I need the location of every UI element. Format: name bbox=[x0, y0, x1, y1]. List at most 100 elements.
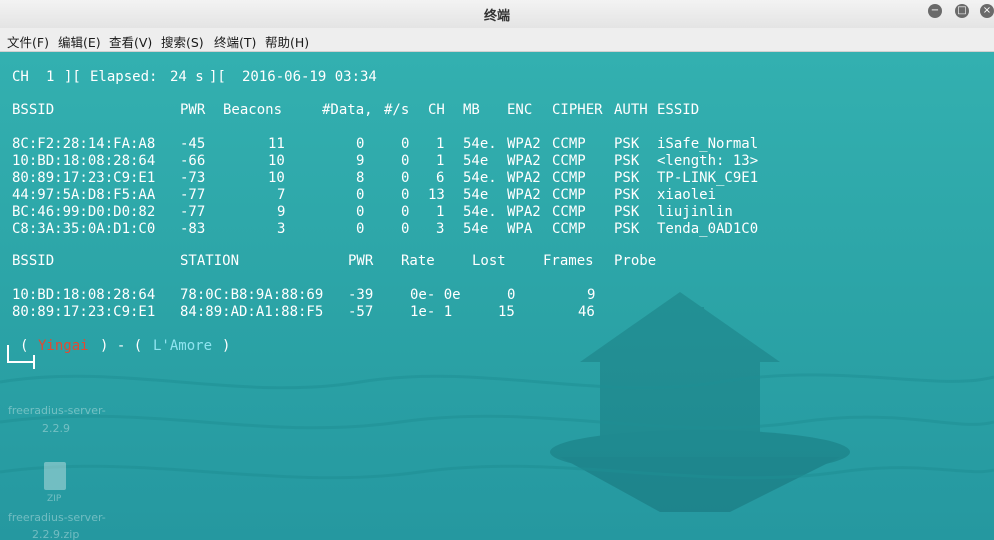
menu-help[interactable]: 帮助(H) bbox=[265, 32, 309, 51]
enc-cell: WPA bbox=[507, 221, 533, 237]
column-header: ENC bbox=[507, 102, 533, 118]
data-cell: 9 bbox=[356, 153, 365, 169]
beacons-cell: 10 bbox=[268, 170, 285, 186]
auth-cell: PSK bbox=[614, 204, 640, 220]
column-header: PWR bbox=[180, 102, 206, 118]
cipher-cell: CCMP bbox=[552, 221, 586, 237]
menu-edit[interactable]: 编辑(E) bbox=[58, 32, 101, 51]
bssid-cell: BC:46:99:D0:D0:82 bbox=[12, 204, 156, 220]
column-header: Frames bbox=[543, 253, 594, 269]
bssid-cell: 80:89:17:23:C9:E1 bbox=[12, 304, 156, 320]
channel-cell: 1 bbox=[436, 153, 445, 169]
rate-cell: 0 bbox=[401, 187, 410, 203]
station-cell: 84:89:AD:A1:88:F5 bbox=[180, 304, 324, 320]
title-bar: 终端 − □ × bbox=[0, 0, 994, 29]
column-header: AUTH bbox=[614, 102, 648, 118]
essid-cell: iSafe_Normal bbox=[657, 136, 759, 152]
pwr-cell: -39 bbox=[348, 287, 374, 303]
beacons-cell: 11 bbox=[268, 136, 285, 152]
column-header: Lost bbox=[472, 253, 506, 269]
column-header: ESSID bbox=[657, 102, 700, 118]
menu-file[interactable]: 文件(F) bbox=[7, 32, 49, 51]
prompt-user: Yingai bbox=[38, 338, 89, 354]
data-cell: 8 bbox=[356, 170, 365, 186]
rate-cell: 0 bbox=[401, 153, 410, 169]
data-cell: 0 bbox=[356, 136, 365, 152]
column-header: STATION bbox=[180, 253, 240, 269]
cipher-cell: CCMP bbox=[552, 136, 586, 152]
mb-cell: 54e. bbox=[463, 170, 497, 186]
auth-cell: PSK bbox=[614, 187, 640, 203]
bssid-cell: 10:BD:18:08:28:64 bbox=[12, 287, 156, 303]
status-separator: ][ bbox=[64, 69, 81, 85]
enc-cell: WPA2 bbox=[507, 187, 541, 203]
prompt-bracket: ) - ( bbox=[100, 338, 143, 354]
menu-search[interactable]: 搜索(S) bbox=[161, 32, 204, 51]
column-header: Rate bbox=[401, 253, 435, 269]
column-header: PWR bbox=[348, 253, 374, 269]
data-cell: 0 bbox=[356, 187, 365, 203]
essid-cell: xiaolei bbox=[657, 187, 717, 203]
beacons-cell: 9 bbox=[277, 204, 286, 220]
channel-value: 1 bbox=[46, 69, 55, 85]
prompt-corner-glyph bbox=[33, 355, 35, 369]
lost-cell: 15 bbox=[498, 304, 515, 320]
channel-cell: 13 bbox=[428, 187, 445, 203]
column-header: CH bbox=[428, 102, 445, 118]
close-button[interactable]: × bbox=[980, 4, 994, 18]
auth-cell: PSK bbox=[614, 221, 640, 237]
mb-cell: 54e. bbox=[463, 136, 497, 152]
elapsed-label: Elapsed: bbox=[90, 69, 158, 85]
channel-cell: 3 bbox=[436, 221, 445, 237]
menu-terminal[interactable]: 终端(T) bbox=[214, 32, 256, 51]
prompt-bracket: ( bbox=[20, 338, 29, 354]
cipher-cell: CCMP bbox=[552, 187, 586, 203]
beacons-cell: 3 bbox=[277, 221, 286, 237]
column-header: #Data, bbox=[322, 102, 373, 118]
auth-cell: PSK bbox=[614, 170, 640, 186]
prompt-host: L'Amore bbox=[153, 338, 213, 354]
column-header: Beacons bbox=[223, 102, 283, 118]
channel-label: CH bbox=[12, 69, 29, 85]
column-header: CIPHER bbox=[552, 102, 603, 118]
station-cell: 78:0C:B8:9A:88:69 bbox=[180, 287, 324, 303]
cipher-cell: CCMP bbox=[552, 170, 586, 186]
auth-cell: PSK bbox=[614, 136, 640, 152]
bssid-cell: C8:3A:35:0A:D1:C0 bbox=[12, 221, 156, 237]
beacons-cell: 10 bbox=[268, 153, 285, 169]
desktop-icon-label: 2.2.9 bbox=[42, 422, 70, 435]
column-header: BSSID bbox=[12, 253, 55, 269]
mb-cell: 54e. bbox=[463, 204, 497, 220]
beacons-cell: 7 bbox=[277, 187, 286, 203]
data-cell: 0 bbox=[356, 221, 365, 237]
rate-cell: 1e- 1 bbox=[410, 304, 453, 320]
pwr-cell: -77 bbox=[180, 187, 206, 203]
datetime: 2016-06-19 03:34 bbox=[242, 69, 377, 85]
pwr-cell: -66 bbox=[180, 153, 206, 169]
desktop-icon-label: freeradius-server- bbox=[8, 404, 106, 417]
pwr-cell: -77 bbox=[180, 204, 206, 220]
minimize-button[interactable]: − bbox=[928, 4, 942, 18]
terminal-area[interactable]: freeradius-server- 2.2.9 ZIP freeradius-… bbox=[0, 52, 994, 540]
frames-cell: 46 bbox=[578, 304, 595, 320]
desktop-icon-label: freeradius-server- bbox=[8, 511, 106, 524]
desktop-icon-label: 2.2.9.zip bbox=[32, 528, 80, 540]
sea-waves-image bbox=[0, 373, 994, 480]
column-header: MB bbox=[463, 102, 480, 118]
data-cell: 0 bbox=[356, 204, 365, 220]
essid-cell: liujinlin bbox=[657, 204, 733, 220]
rate-cell: 0 bbox=[401, 204, 410, 220]
column-header: Probe bbox=[614, 253, 657, 269]
essid-cell: Tenda_0AD1C0 bbox=[657, 221, 759, 237]
bssid-cell: 44:97:5A:D8:F5:AA bbox=[12, 187, 156, 203]
menu-view[interactable]: 查看(V) bbox=[109, 32, 152, 51]
menu-bar: 文件(F) 编辑(E) 查看(V) 搜索(S) 终端(T) 帮助(H) bbox=[0, 28, 994, 52]
status-separator: ][ bbox=[209, 69, 226, 85]
mb-cell: 54e bbox=[463, 221, 489, 237]
pwr-cell: -45 bbox=[180, 136, 206, 152]
maximize-button[interactable]: □ bbox=[955, 4, 969, 18]
zip-file-icon bbox=[44, 462, 66, 490]
column-header: #/s bbox=[384, 102, 410, 118]
window-title: 终端 bbox=[483, 9, 510, 24]
channel-cell: 6 bbox=[436, 170, 445, 186]
